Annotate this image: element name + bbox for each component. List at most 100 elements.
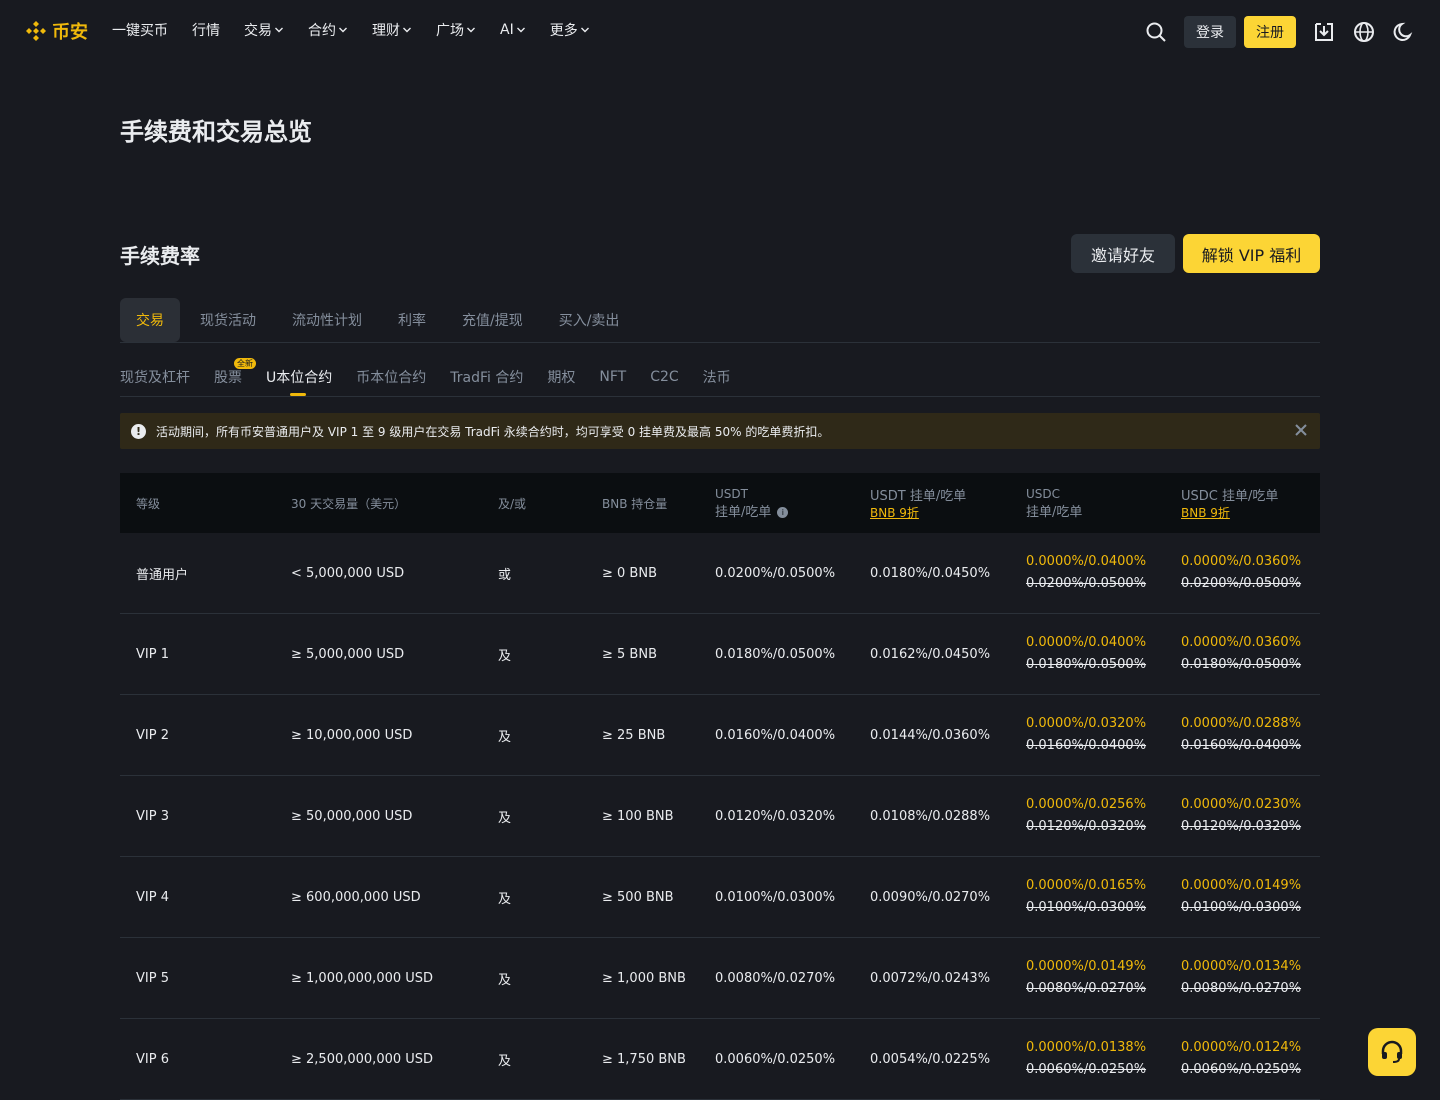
cell-bnb: ≥ 1,750 BNB	[602, 1051, 686, 1067]
cell-usdt-bnb: 0.0108%/0.0288%	[870, 808, 991, 824]
tab-primary-0[interactable]: 交易	[120, 298, 180, 342]
usdc-bnb-promo-rate: 0.0000%/0.0360%	[1181, 635, 1302, 650]
nav-item-5[interactable]: 广场	[436, 20, 476, 40]
header-usdc-top: USDC	[1026, 486, 1061, 501]
cell-bnb: ≥ 1,000 BNB	[602, 970, 686, 986]
tab-secondary-4[interactable]: TradFi 合约	[450, 358, 523, 396]
close-icon[interactable]	[1294, 423, 1308, 437]
theme-toggle[interactable]	[1392, 20, 1416, 44]
table-row: VIP 6 ≥ 2,500,000,000 USD 及 ≥ 1,750 BNB 0.00…	[120, 1019, 1320, 1100]
page-title: 手续费和交易总览	[120, 118, 312, 146]
cell-usdc: 0.0000%/0.0149% 0.0080%/0.0270%	[1010, 956, 1165, 1000]
nav-item-4[interactable]: 理财	[372, 20, 412, 40]
cell-andor: 或	[498, 567, 512, 583]
notice-banner: ! 活动期间，所有币安普通用户及 VIP 1 至 9 级用户在交易 TradFi…	[120, 413, 1320, 449]
header-usdt: USDT 挂单/吃单 i	[699, 487, 854, 520]
unlock-vip-button[interactable]: 解锁 VIP 福利	[1183, 234, 1320, 273]
tab-secondary-5[interactable]: 期权	[547, 358, 575, 396]
search-icon	[1146, 22, 1166, 42]
usdc-bnb-original-rate: 0.0100%/0.0300%	[1181, 900, 1302, 915]
download-icon	[1315, 23, 1333, 41]
nav-item-label: 更多	[549, 23, 578, 39]
nav-item-label: AI	[500, 22, 514, 38]
cell-level: VIP 4	[136, 889, 169, 905]
language-button[interactable]	[1352, 20, 1376, 44]
cell-usdt: 0.0160%/0.0400%	[715, 727, 836, 743]
chevron-down-icon	[580, 25, 590, 35]
notice-text: 活动期间，所有币安普通用户及 VIP 1 至 9 级用户在交易 TradFi 永…	[156, 424, 830, 439]
login-button[interactable]: 登录	[1184, 16, 1236, 48]
tab-secondary-6[interactable]: NFT	[599, 358, 626, 396]
tab-secondary-7[interactable]: C2C	[650, 358, 678, 396]
cell-usdt-bnb: 0.0090%/0.0270%	[870, 889, 991, 905]
usdc-bnb-original-rate: 0.0120%/0.0320%	[1181, 819, 1302, 834]
nav-item-6[interactable]: AI	[500, 22, 526, 38]
chevron-down-icon	[516, 25, 526, 35]
tab-primary-5[interactable]: 买入/卖出	[559, 298, 620, 342]
tab-primary-3[interactable]: 利率	[398, 298, 426, 342]
nav-item-7[interactable]: 更多	[550, 20, 590, 40]
usdc-promo-rate: 0.0000%/0.0149%	[1026, 959, 1147, 974]
tab-secondary-0[interactable]: 现货及杠杆	[120, 358, 190, 396]
search-button[interactable]	[1144, 20, 1168, 44]
usdc-bnb-promo-rate: 0.0000%/0.0124%	[1181, 1040, 1302, 1055]
tab-label: TradFi 合约	[450, 370, 524, 386]
support-chat-button[interactable]	[1368, 1028, 1416, 1076]
tab-label: U本位合约	[266, 370, 333, 386]
tab-secondary-8[interactable]: 法币	[703, 358, 731, 396]
active-underline	[290, 393, 306, 396]
tab-secondary-2[interactable]: U本位合约	[266, 358, 332, 396]
header-usdc-sub: 挂单/吃单	[1026, 504, 1083, 520]
tab-primary-1[interactable]: 现货活动	[200, 298, 256, 342]
nav-item-label: 理财	[372, 23, 400, 39]
cell-andor: 及	[498, 891, 512, 907]
cell-usdc-bnb: 0.0000%/0.0149% 0.0100%/0.0300%	[1165, 875, 1320, 919]
header-usdt-bnb: USDT 挂单/吃单 BNB 9折	[854, 485, 1010, 521]
binance-logo-icon	[26, 21, 46, 41]
info-icon[interactable]: i	[777, 506, 789, 518]
usdc-promo-rate: 0.0000%/0.0256%	[1026, 797, 1147, 812]
cell-usdc: 0.0000%/0.0165% 0.0100%/0.0300%	[1010, 875, 1165, 919]
register-button[interactable]: 注册	[1244, 16, 1296, 48]
usdc-original-rate: 0.0120%/0.0320%	[1026, 819, 1147, 834]
cell-level: VIP 6	[136, 1051, 169, 1067]
cell-andor: 及	[498, 729, 512, 745]
invite-friends-button[interactable]: 邀请好友	[1071, 234, 1175, 273]
tab-secondary-3[interactable]: 币本位合约	[356, 358, 426, 396]
top-nav: 币安 一键买币 行情 交易 合约 理财 广场 AI 更多 登录 注册	[0, 0, 1440, 64]
bnb-discount-link[interactable]: BNB 9折	[870, 504, 1010, 521]
bnb-discount-link[interactable]: BNB 9折	[1181, 504, 1320, 521]
usdc-promo-rate: 0.0000%/0.0138%	[1026, 1040, 1147, 1055]
download-button[interactable]	[1312, 20, 1336, 44]
usdc-promo-rate: 0.0000%/0.0165%	[1026, 878, 1147, 893]
cell-usdc: 0.0000%/0.0400% 0.0200%/0.0500%	[1010, 551, 1165, 595]
chevron-down-icon	[338, 25, 348, 35]
tab-primary-2[interactable]: 流动性计划	[292, 298, 362, 342]
header-bnb: BNB 持仓量	[602, 496, 668, 511]
header-andor: 及/或	[498, 496, 527, 511]
binance-logo[interactable]: 币安	[24, 18, 88, 44]
tab-secondary-1[interactable]: 股票 全新	[214, 358, 256, 396]
cell-usdc-bnb: 0.0000%/0.0360% 0.0180%/0.0500%	[1165, 632, 1320, 676]
cell-usdc-bnb: 0.0000%/0.0134% 0.0080%/0.0270%	[1165, 956, 1320, 1000]
cell-andor: 及	[498, 972, 512, 988]
table-row: VIP 3 ≥ 50,000,000 USD 及 ≥ 100 BNB 0.0120%/0…	[120, 776, 1320, 857]
cell-usdt: 0.0080%/0.0270%	[715, 970, 836, 986]
header-usdt-sub-wrap: 挂单/吃单 i	[715, 505, 789, 520]
cell-usdt-bnb: 0.0180%/0.0450%	[870, 565, 991, 581]
cell-usdc-bnb: 0.0000%/0.0124% 0.0060%/0.0250%	[1165, 1037, 1320, 1081]
chevron-down-icon	[402, 25, 412, 35]
tab-primary-4[interactable]: 充值/提现	[462, 298, 523, 342]
usdc-bnb-promo-rate: 0.0000%/0.0134%	[1181, 959, 1302, 974]
cell-usdt-bnb: 0.0144%/0.0360%	[870, 727, 991, 743]
cell-volume: ≥ 600,000,000 USD	[291, 889, 421, 905]
cell-level: VIP 2	[136, 727, 169, 743]
nav-item-2[interactable]: 交易	[244, 20, 284, 40]
nav-item-1[interactable]: 行情	[192, 20, 220, 40]
usdc-original-rate: 0.0180%/0.0500%	[1026, 657, 1147, 672]
cell-volume: ≥ 50,000,000 USD	[291, 808, 413, 824]
nav-item-3[interactable]: 合约	[308, 20, 348, 40]
globe-icon	[1354, 22, 1374, 42]
usdc-bnb-promo-rate: 0.0000%/0.0288%	[1181, 716, 1302, 731]
nav-item-0[interactable]: 一键买币	[112, 20, 168, 40]
